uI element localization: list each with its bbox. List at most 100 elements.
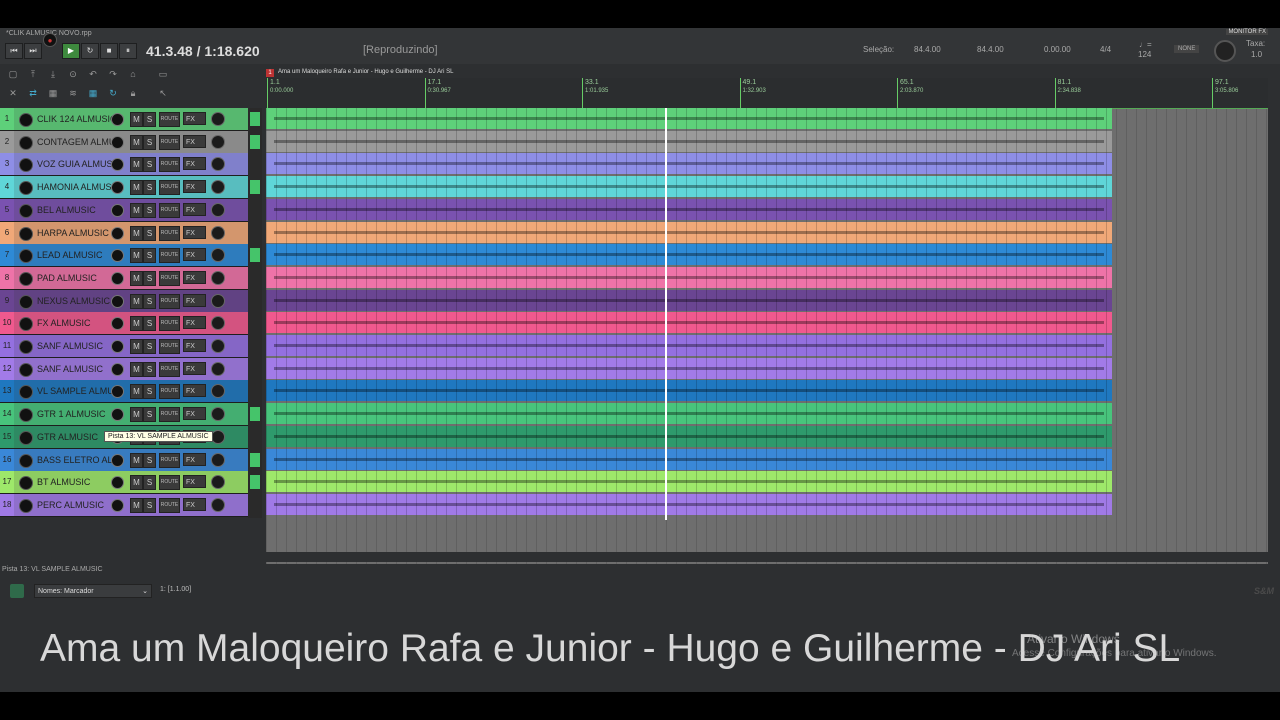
pan-knob[interactable] <box>211 202 225 217</box>
route-button[interactable]: ROUTE <box>159 180 180 196</box>
mute-button[interactable]: M <box>130 384 143 400</box>
route-button[interactable]: ROUTE <box>159 384 180 400</box>
route-button[interactable]: ROUTE <box>159 225 180 241</box>
track-number[interactable]: 16 <box>0 448 14 471</box>
track-number[interactable]: 1 <box>0 108 14 130</box>
audio-item[interactable] <box>266 108 1112 129</box>
volume-knob[interactable] <box>111 226 124 240</box>
stop-button[interactable]: ■ <box>100 43 118 59</box>
fx-button[interactable]: FX <box>183 112 206 125</box>
audio-item[interactable] <box>266 289 1112 311</box>
track-name[interactable]: BEL ALMUSIC <box>34 203 113 217</box>
arrange-view[interactable]: 1 Ama um Maloqueiro Rafa e Junior - Hugo… <box>266 68 1268 564</box>
pan-knob[interactable] <box>211 134 225 149</box>
solo-button[interactable]: S <box>143 384 156 400</box>
mute-button[interactable]: M <box>130 407 143 423</box>
selection-length[interactable]: 0.00.00 <box>1044 45 1071 54</box>
fx-button[interactable]: FX <box>183 361 206 375</box>
track-number[interactable]: 8 <box>0 266 14 289</box>
volume-knob[interactable] <box>111 498 124 512</box>
track-number[interactable]: 12 <box>0 357 14 380</box>
fx-button[interactable]: FX <box>183 452 206 466</box>
solo-button[interactable]: S <box>143 248 156 264</box>
mute-button[interactable]: M <box>130 316 143 332</box>
route-button[interactable]: ROUTE <box>159 407 180 423</box>
track-row[interactable]: 10 FX ALMUSIC M S ROUTE FX <box>0 312 248 336</box>
track-number[interactable]: 4 <box>0 176 14 199</box>
record-arm-button[interactable] <box>19 408 33 423</box>
track-number[interactable]: 3 <box>0 153 14 176</box>
audio-item[interactable] <box>266 335 1112 356</box>
pause-button[interactable]: ⏸ <box>119 43 137 59</box>
record-arm-button[interactable] <box>19 498 33 513</box>
new-file-icon[interactable]: ▢ <box>7 69 19 79</box>
pan-knob[interactable] <box>211 180 225 195</box>
track-number[interactable]: 6 <box>0 221 14 244</box>
track-name[interactable]: PAD ALMUSIC <box>34 271 113 285</box>
route-button[interactable]: ROUTE <box>159 293 180 309</box>
open-icon[interactable]: ⤒ <box>27 69 39 79</box>
route-button[interactable]: ROUTE <box>159 339 180 354</box>
track-name[interactable]: SANF ALMUSIC <box>34 362 113 376</box>
track-number[interactable]: 2 <box>0 130 14 153</box>
pan-knob[interactable] <box>211 361 225 376</box>
audio-item[interactable] <box>266 403 1112 425</box>
track-row[interactable]: 12 SANF ALMUSIC M S ROUTE FX <box>0 357 248 381</box>
track-name[interactable]: GTR ALMUSIC <box>34 430 113 444</box>
fx-button[interactable]: FX <box>183 497 206 511</box>
fx-button[interactable]: FX <box>183 202 206 216</box>
track-number[interactable]: 14 <box>0 403 14 426</box>
track-name[interactable]: VOZ GUIA ALMUSIC <box>34 157 113 171</box>
mute-button[interactable]: M <box>130 202 143 218</box>
track-name[interactable]: GTR 1 ALMUSIC <box>34 407 113 421</box>
track-number[interactable]: 15 <box>0 425 14 448</box>
track-name[interactable]: NEXUS ALMUSIC <box>34 294 113 308</box>
record-button[interactable]: ● <box>43 33 57 47</box>
route-button[interactable]: ROUTE <box>159 202 180 218</box>
solo-button[interactable]: S <box>143 407 156 423</box>
fx-button[interactable]: FX <box>183 384 206 398</box>
names-select[interactable]: Nomes: Marcador ⌄ <box>34 584 152 598</box>
route-button[interactable]: ROUTE <box>159 134 180 150</box>
time-signature[interactable]: 4/4 <box>1100 45 1111 54</box>
mute-button[interactable]: M <box>130 475 143 491</box>
fx-button[interactable]: FX <box>183 316 206 330</box>
track-name[interactable]: VL SAMPLE ALMUSIC <box>34 384 113 398</box>
fx-button[interactable]: FX <box>183 339 206 352</box>
track-row[interactable]: 5 BEL ALMUSIC M S ROUTE FX <box>0 198 248 222</box>
cursor-tool-icon[interactable]: ↖ <box>157 88 169 98</box>
route-button[interactable]: ROUTE <box>159 475 180 491</box>
record-arm-button[interactable] <box>19 340 33 354</box>
fx-button[interactable]: FX <box>183 407 206 421</box>
audio-item[interactable] <box>266 176 1112 198</box>
mute-button[interactable]: M <box>130 112 143 127</box>
mute-button[interactable]: M <box>130 497 143 513</box>
volume-knob[interactable] <box>111 408 124 422</box>
solo-button[interactable]: S <box>143 157 156 173</box>
undo-icon[interactable]: ↶ <box>87 69 99 79</box>
volume-knob[interactable] <box>111 271 124 285</box>
route-button[interactable]: ROUTE <box>159 361 180 377</box>
auto-crossfade-icon[interactable]: ↻ <box>107 88 119 98</box>
pan-knob[interactable] <box>211 339 225 353</box>
record-arm-button[interactable] <box>19 430 33 445</box>
lock-toolbar-icon[interactable]: 🔒︎ <box>127 88 139 98</box>
volume-knob[interactable] <box>111 362 124 376</box>
mute-button[interactable]: M <box>130 180 143 196</box>
record-arm-button[interactable] <box>19 113 33 127</box>
track-row[interactable]: 9 NEXUS ALMUSIC M S ROUTE FX <box>0 289 248 313</box>
volume-knob[interactable] <box>111 340 124 353</box>
pan-knob[interactable] <box>211 112 225 126</box>
solo-button[interactable]: S <box>143 202 156 218</box>
fx-button[interactable]: FX <box>183 225 206 239</box>
track-number[interactable]: 11 <box>0 335 14 357</box>
record-arm-button[interactable] <box>19 362 33 377</box>
track-number[interactable]: 5 <box>0 198 14 221</box>
selection-start[interactable]: 84.4.00 <box>914 45 941 54</box>
audio-item[interactable] <box>266 221 1112 243</box>
play-button[interactable]: ▶ <box>62 43 80 59</box>
solo-button[interactable]: S <box>143 452 156 468</box>
solo-button[interactable]: S <box>143 225 156 241</box>
redo-icon[interactable]: ↷ <box>107 69 119 79</box>
audio-item[interactable] <box>266 312 1112 334</box>
